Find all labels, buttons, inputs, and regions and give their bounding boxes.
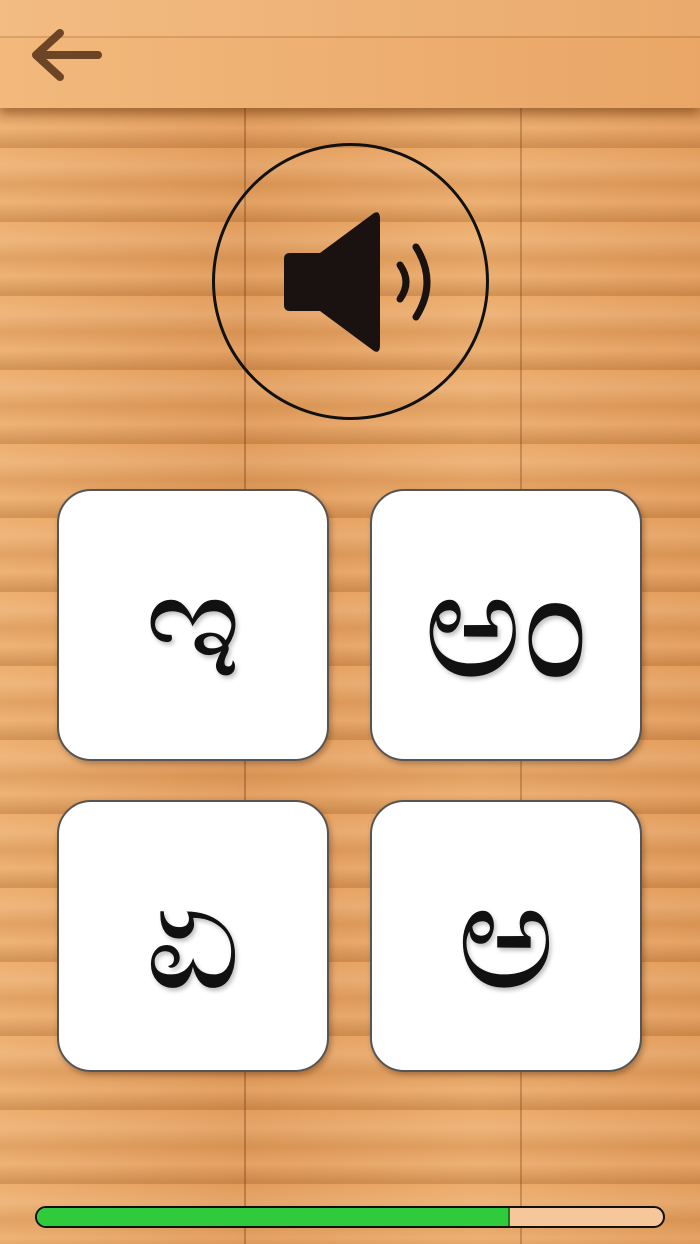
answer-card-1[interactable]: ಇ [57,489,329,761]
back-button[interactable] [22,22,110,88]
progress-bar [35,1206,665,1228]
arrow-left-icon [32,29,102,81]
progress-fill [37,1208,510,1226]
answer-card-4[interactable]: ಅ [370,800,642,1072]
play-sound-button[interactable] [212,143,489,420]
speaker-volume-icon [283,211,430,352]
answer-letter: ಅ [456,849,556,1023]
answer-letter: ಅಂ [423,538,589,712]
answer-card-3[interactable]: ಏ [57,800,329,1072]
answer-letter: ಇ [144,538,242,712]
top-bar [0,0,700,108]
answer-letter: ಏ [144,849,242,1023]
answer-card-2[interactable]: ಅಂ [370,489,642,761]
